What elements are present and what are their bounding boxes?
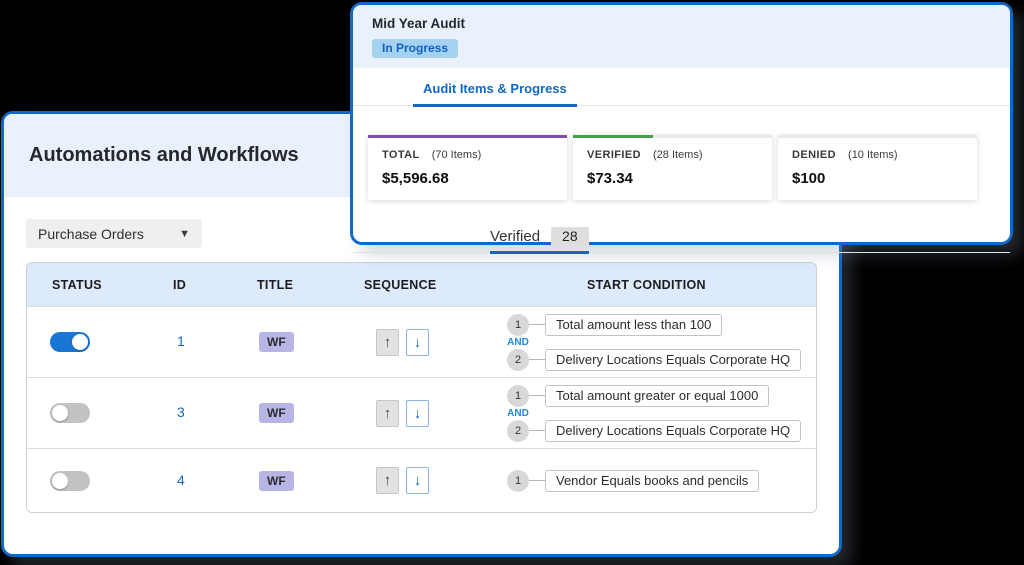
- move-up-button[interactable]: ↑: [376, 329, 399, 356]
- up-arrow-icon: ↑: [384, 334, 392, 351]
- column-sequence: SEQUENCE: [342, 278, 502, 292]
- tab-audit-items-progress[interactable]: Audit Items & Progress: [413, 81, 577, 107]
- move-down-button[interactable]: ↓: [406, 329, 429, 356]
- move-up-button[interactable]: ↑: [376, 467, 399, 494]
- audit-panel: Mid Year Audit In Progress Audit Items &…: [350, 2, 1013, 245]
- move-down-button[interactable]: ↓: [406, 400, 429, 427]
- sub-tab-label: Verified: [490, 228, 540, 245]
- sub-tab-verified[interactable]: Verified 28: [490, 227, 589, 254]
- audit-tab-bar: Audit Items & Progress: [353, 68, 1010, 106]
- card-label: DENIED: [792, 149, 836, 161]
- condition-box[interactable]: Vendor Equals books and pencils: [545, 470, 759, 492]
- condition-connector: [529, 324, 545, 325]
- status-toggle[interactable]: [50, 471, 90, 491]
- column-id: ID: [149, 278, 237, 292]
- status-toggle[interactable]: [50, 403, 90, 423]
- toggle-knob: [52, 405, 68, 421]
- condition-connector: [529, 430, 545, 431]
- toggle-knob: [72, 334, 88, 350]
- condition-connector: [529, 359, 545, 360]
- denied-progress-bar: [778, 135, 977, 138]
- card-value: $100: [792, 170, 963, 187]
- down-arrow-icon: ↓: [414, 334, 422, 351]
- card-count: (10 Items): [848, 149, 898, 161]
- status-toggle[interactable]: [50, 332, 90, 352]
- sub-tab-count-badge: 28: [551, 227, 589, 246]
- verified-progress-bar: [573, 135, 772, 138]
- column-title: TITLE: [237, 278, 342, 292]
- step-circle: 1: [507, 314, 529, 336]
- up-arrow-icon: ↑: [384, 472, 392, 489]
- workflows-table: STATUS ID TITLE SEQUENCE START CONDITION…: [26, 262, 817, 513]
- condition-connector: [529, 395, 545, 396]
- page-title: Automations and Workflows: [4, 144, 299, 167]
- stat-card-verified[interactable]: VERIFIED (28 Items) $73.34: [573, 135, 772, 200]
- step-circle: 2: [507, 349, 529, 371]
- audit-title: Mid Year Audit: [372, 16, 991, 31]
- workflow-id-link[interactable]: 1: [177, 333, 185, 349]
- card-value: $73.34: [587, 170, 758, 187]
- card-count: (28 Items): [653, 149, 703, 161]
- table-header-row: STATUS ID TITLE SEQUENCE START CONDITION: [27, 263, 816, 306]
- and-operator-label: AND: [507, 408, 529, 419]
- card-count: (70 Items): [432, 149, 482, 161]
- condition-box[interactable]: Delivery Locations Equals Corporate HQ: [545, 349, 801, 371]
- move-up-button[interactable]: ↑: [376, 400, 399, 427]
- total-progress-bar: [368, 135, 567, 138]
- stat-card-denied[interactable]: DENIED (10 Items) $100: [778, 135, 977, 200]
- condition-box[interactable]: Total amount greater or equal 1000: [545, 385, 769, 407]
- wf-badge: WF: [259, 471, 294, 491]
- down-arrow-icon: ↓: [414, 405, 422, 422]
- stat-cards-row: TOTAL (70 Items) $5,596.68 VERIFIED (28 …: [368, 135, 977, 200]
- table-row: 3 WF ↑ ↓ 1 Total amount greater or equal…: [27, 377, 816, 448]
- workflow-id-link[interactable]: 3: [177, 404, 185, 420]
- toggle-knob: [52, 473, 68, 489]
- workflow-id-link[interactable]: 4: [177, 472, 185, 488]
- condition-box[interactable]: Total amount less than 100: [545, 314, 722, 336]
- condition-connector: [529, 480, 545, 481]
- column-start-condition: START CONDITION: [502, 278, 816, 292]
- status-badge: In Progress: [372, 39, 458, 58]
- step-circle: 1: [507, 385, 529, 407]
- canvas: { "audit_panel": { "title": "Mid Year Au…: [0, 0, 1024, 565]
- audit-panel-header: Mid Year Audit In Progress: [353, 5, 1010, 68]
- stat-card-total[interactable]: TOTAL (70 Items) $5,596.68: [368, 135, 567, 200]
- table-row: 4 WF ↑ ↓ 1 Vendor Equals books and penci…: [27, 448, 816, 512]
- and-operator-label: AND: [507, 337, 529, 348]
- up-arrow-icon: ↑: [384, 405, 392, 422]
- move-down-button[interactable]: ↓: [406, 467, 429, 494]
- card-value: $5,596.68: [382, 170, 553, 187]
- purchase-orders-dropdown[interactable]: Purchase Orders ▼: [26, 219, 202, 248]
- chevron-down-icon: ▼: [179, 228, 190, 240]
- step-circle: 2: [507, 420, 529, 442]
- condition-box[interactable]: Delivery Locations Equals Corporate HQ: [545, 420, 801, 442]
- wf-badge: WF: [259, 332, 294, 352]
- wf-badge: WF: [259, 403, 294, 423]
- card-label: VERIFIED: [587, 149, 641, 161]
- column-status: STATUS: [27, 278, 149, 292]
- dropdown-value: Purchase Orders: [38, 226, 144, 242]
- table-row: 1 WF ↑ ↓ 1 Total amount less than 100 AN…: [27, 306, 816, 377]
- down-arrow-icon: ↓: [414, 472, 422, 489]
- card-label: TOTAL: [382, 149, 420, 161]
- step-circle: 1: [507, 470, 529, 492]
- sub-tab-bar: Verified 28: [353, 222, 1010, 253]
